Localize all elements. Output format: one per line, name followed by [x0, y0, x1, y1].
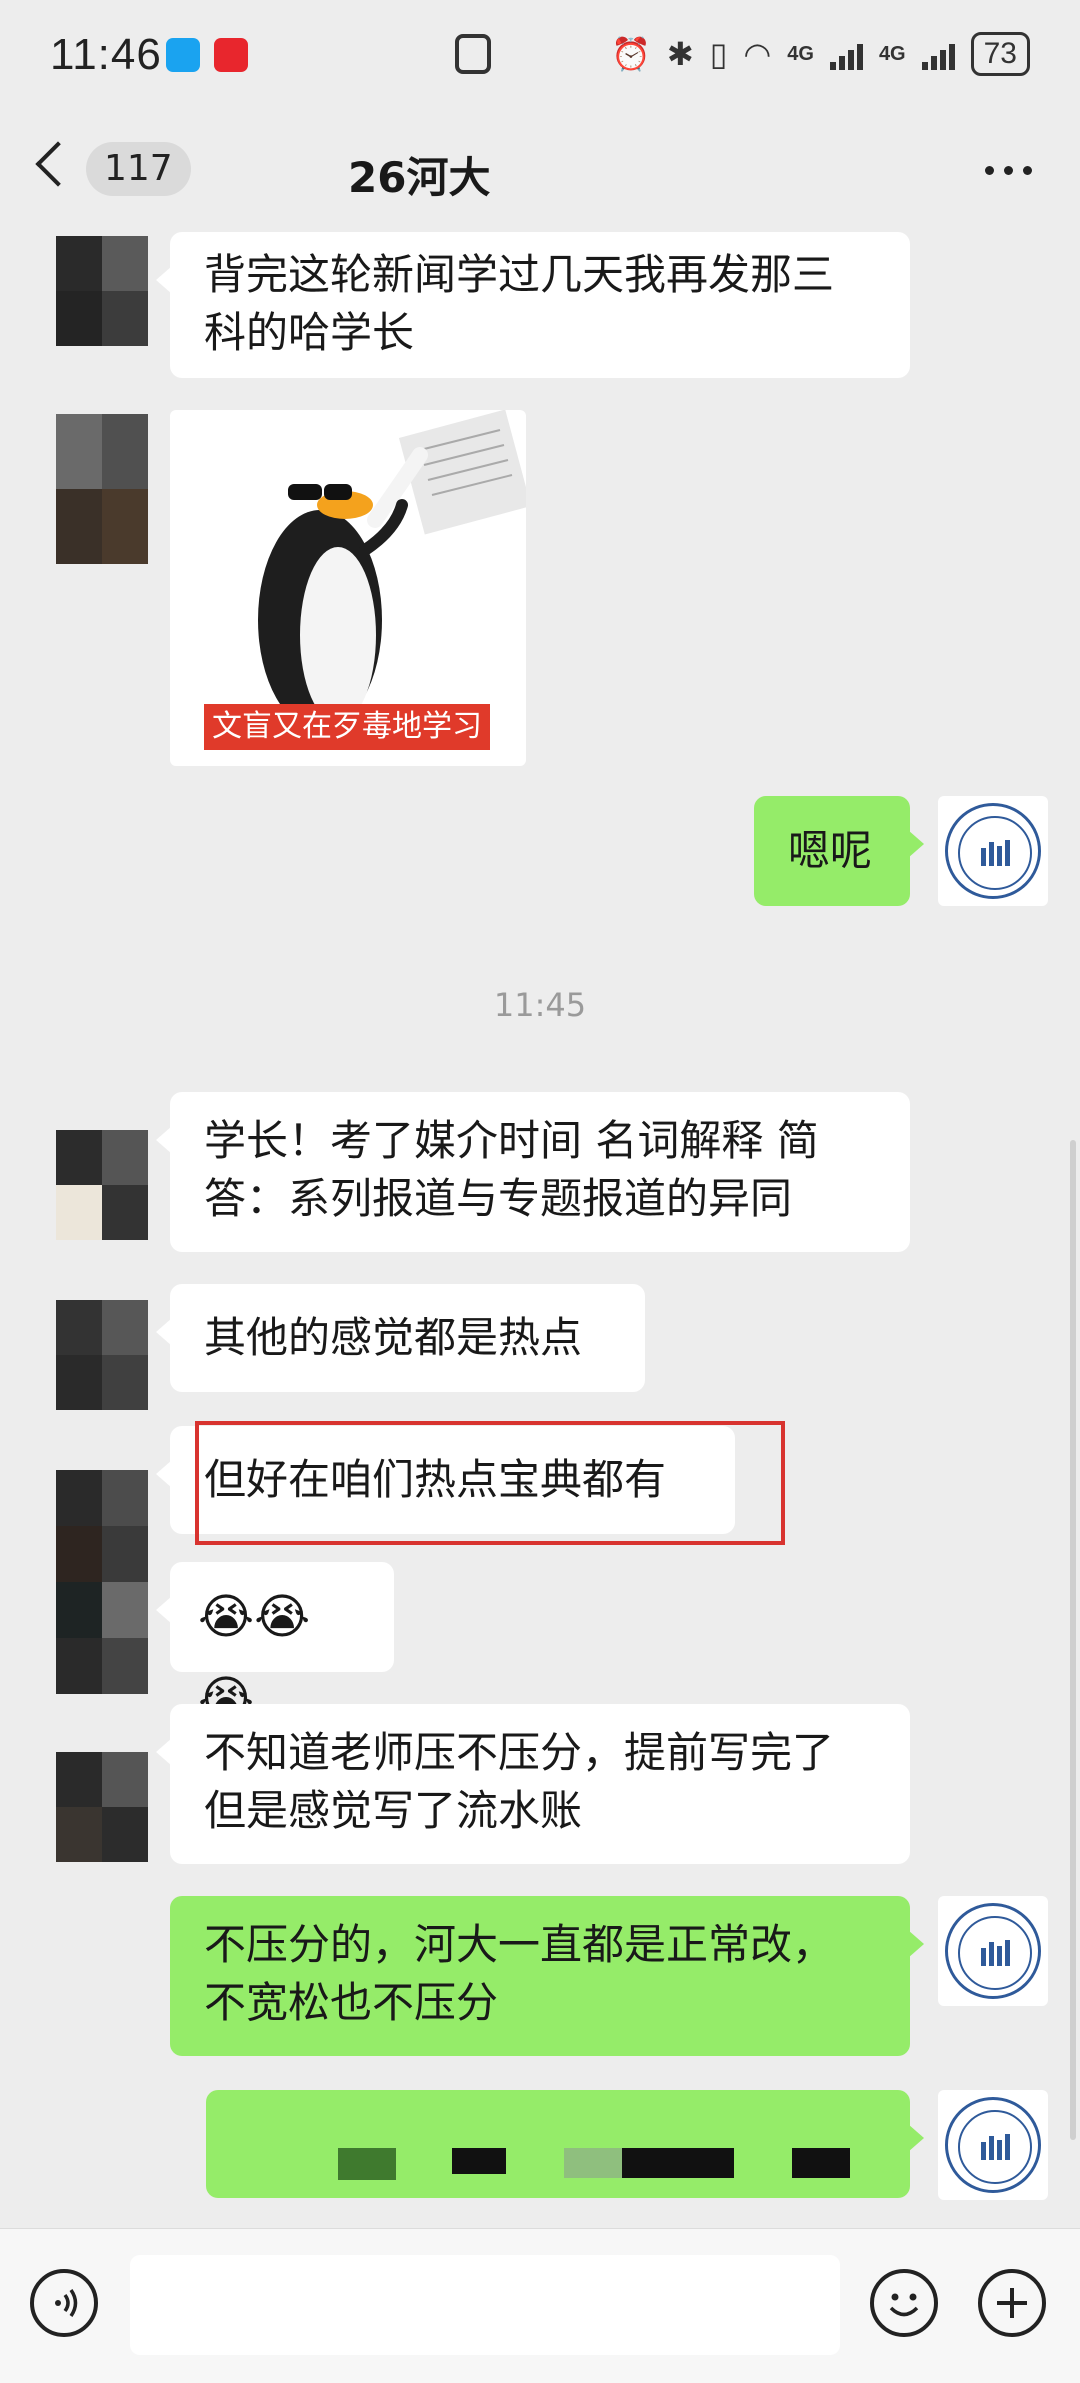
scrollbar[interactable]: [1070, 1140, 1076, 2140]
seal-logo-icon: [945, 2097, 1041, 2193]
message-text-line: 学长！考了媒介时间 名词解释 简: [204, 1116, 819, 1165]
alarm-icon: ⏰: [611, 35, 651, 73]
message-text-line: 科的哈学长: [204, 308, 415, 357]
status-time: 11:46: [50, 30, 162, 79]
redaction-block: [564, 2148, 622, 2178]
app-notification-icon-2: [214, 38, 248, 72]
message-text-line: 背完这轮新闻学过几天我再发那三: [204, 250, 835, 299]
signal-label-2: 4G: [878, 42, 906, 65]
redaction-block: [792, 2148, 850, 2178]
contact-avatar[interactable]: [56, 414, 148, 564]
self-avatar[interactable]: [938, 2090, 1048, 2200]
input-bar: [0, 2228, 1080, 2383]
contact-avatar[interactable]: [56, 1752, 148, 1862]
red-highlight-box: [195, 1421, 785, 1545]
message-bubble[interactable]: 不知道老师压不压分，提前写完了 但是感觉写了流水账: [156, 1704, 910, 1864]
more-icon[interactable]: [985, 166, 1032, 175]
battery-indicator: 73: [970, 32, 1030, 76]
app-notification-icon: [166, 38, 200, 72]
vibrate-icon: ▯: [709, 35, 728, 73]
message-text-line: 不宽松也不压分: [204, 1978, 499, 2027]
message-text-line: 嗯呢: [788, 826, 873, 875]
status-bar: 11:46 ⏰ ✱ ▯ ◠ 4G 4G 73: [0, 0, 1080, 110]
emoji-icon[interactable]: [870, 2269, 938, 2337]
contact-avatar[interactable]: [56, 1300, 148, 1410]
message-bubble[interactable]: 学长！考了媒介时间 名词解释 简 答：系列报道与专题报道的异同: [156, 1092, 910, 1252]
redaction-block: [338, 2148, 396, 2180]
signal-bars-2: [921, 38, 955, 70]
contact-avatar[interactable]: [56, 236, 148, 346]
seal-logo-icon: [945, 803, 1041, 899]
contact-avatar[interactable]: [56, 1470, 148, 1694]
message-input[interactable]: [130, 2255, 840, 2355]
message-bubble-self[interactable]: 嗯呢: [754, 796, 924, 906]
sticker-image[interactable]: 文盲又在歹毒地学习: [170, 410, 526, 766]
message-text-line: 答：系列报道与专题报道的异同: [204, 1174, 793, 1223]
wifi-icon: ◠: [743, 35, 772, 73]
message-bubble[interactable]: 其他的感觉都是热点: [156, 1284, 645, 1392]
seal-logo-icon: [945, 1903, 1041, 1999]
message-bubble[interactable]: 😭😭😭: [156, 1562, 394, 1727]
redaction-block: [622, 2148, 734, 2178]
message-bubble-self[interactable]: 不压分的，河大一直都是正常改， 不宽松也不压分: [170, 1896, 924, 2056]
self-avatar[interactable]: [938, 1896, 1048, 2006]
chat-title: 26河大: [348, 153, 491, 202]
message-text-line: 但是感觉写了流水账: [204, 1786, 583, 1835]
message-text-line: 其他的感觉都是热点: [204, 1313, 583, 1362]
message-text-line: 不知道老师压不压分，提前写完了: [204, 1728, 835, 1777]
message-bubble[interactable]: 背完这轮新闻学过几天我再发那三 科的哈学长: [156, 232, 910, 378]
chat-header: 117 26河大: [0, 110, 1080, 230]
plus-icon[interactable]: [978, 2269, 1046, 2337]
sticker-caption: 文盲又在歹毒地学习: [204, 704, 490, 750]
contact-avatar[interactable]: [56, 1130, 148, 1240]
self-avatar[interactable]: [938, 796, 1048, 906]
nfc-icon: [455, 34, 491, 74]
message-text-line: 不压分的，河大一直都是正常改，: [204, 1920, 835, 1969]
message-bubble-self-redacted[interactable]: [206, 2090, 924, 2198]
signal-label-1: 4G: [787, 42, 814, 65]
voice-icon[interactable]: [30, 2269, 98, 2337]
message-timestamp: 11:45: [493, 986, 587, 1024]
signal-bars-1: [829, 38, 863, 70]
bluetooth-icon: ✱: [666, 35, 694, 73]
redaction-block: [452, 2148, 506, 2174]
